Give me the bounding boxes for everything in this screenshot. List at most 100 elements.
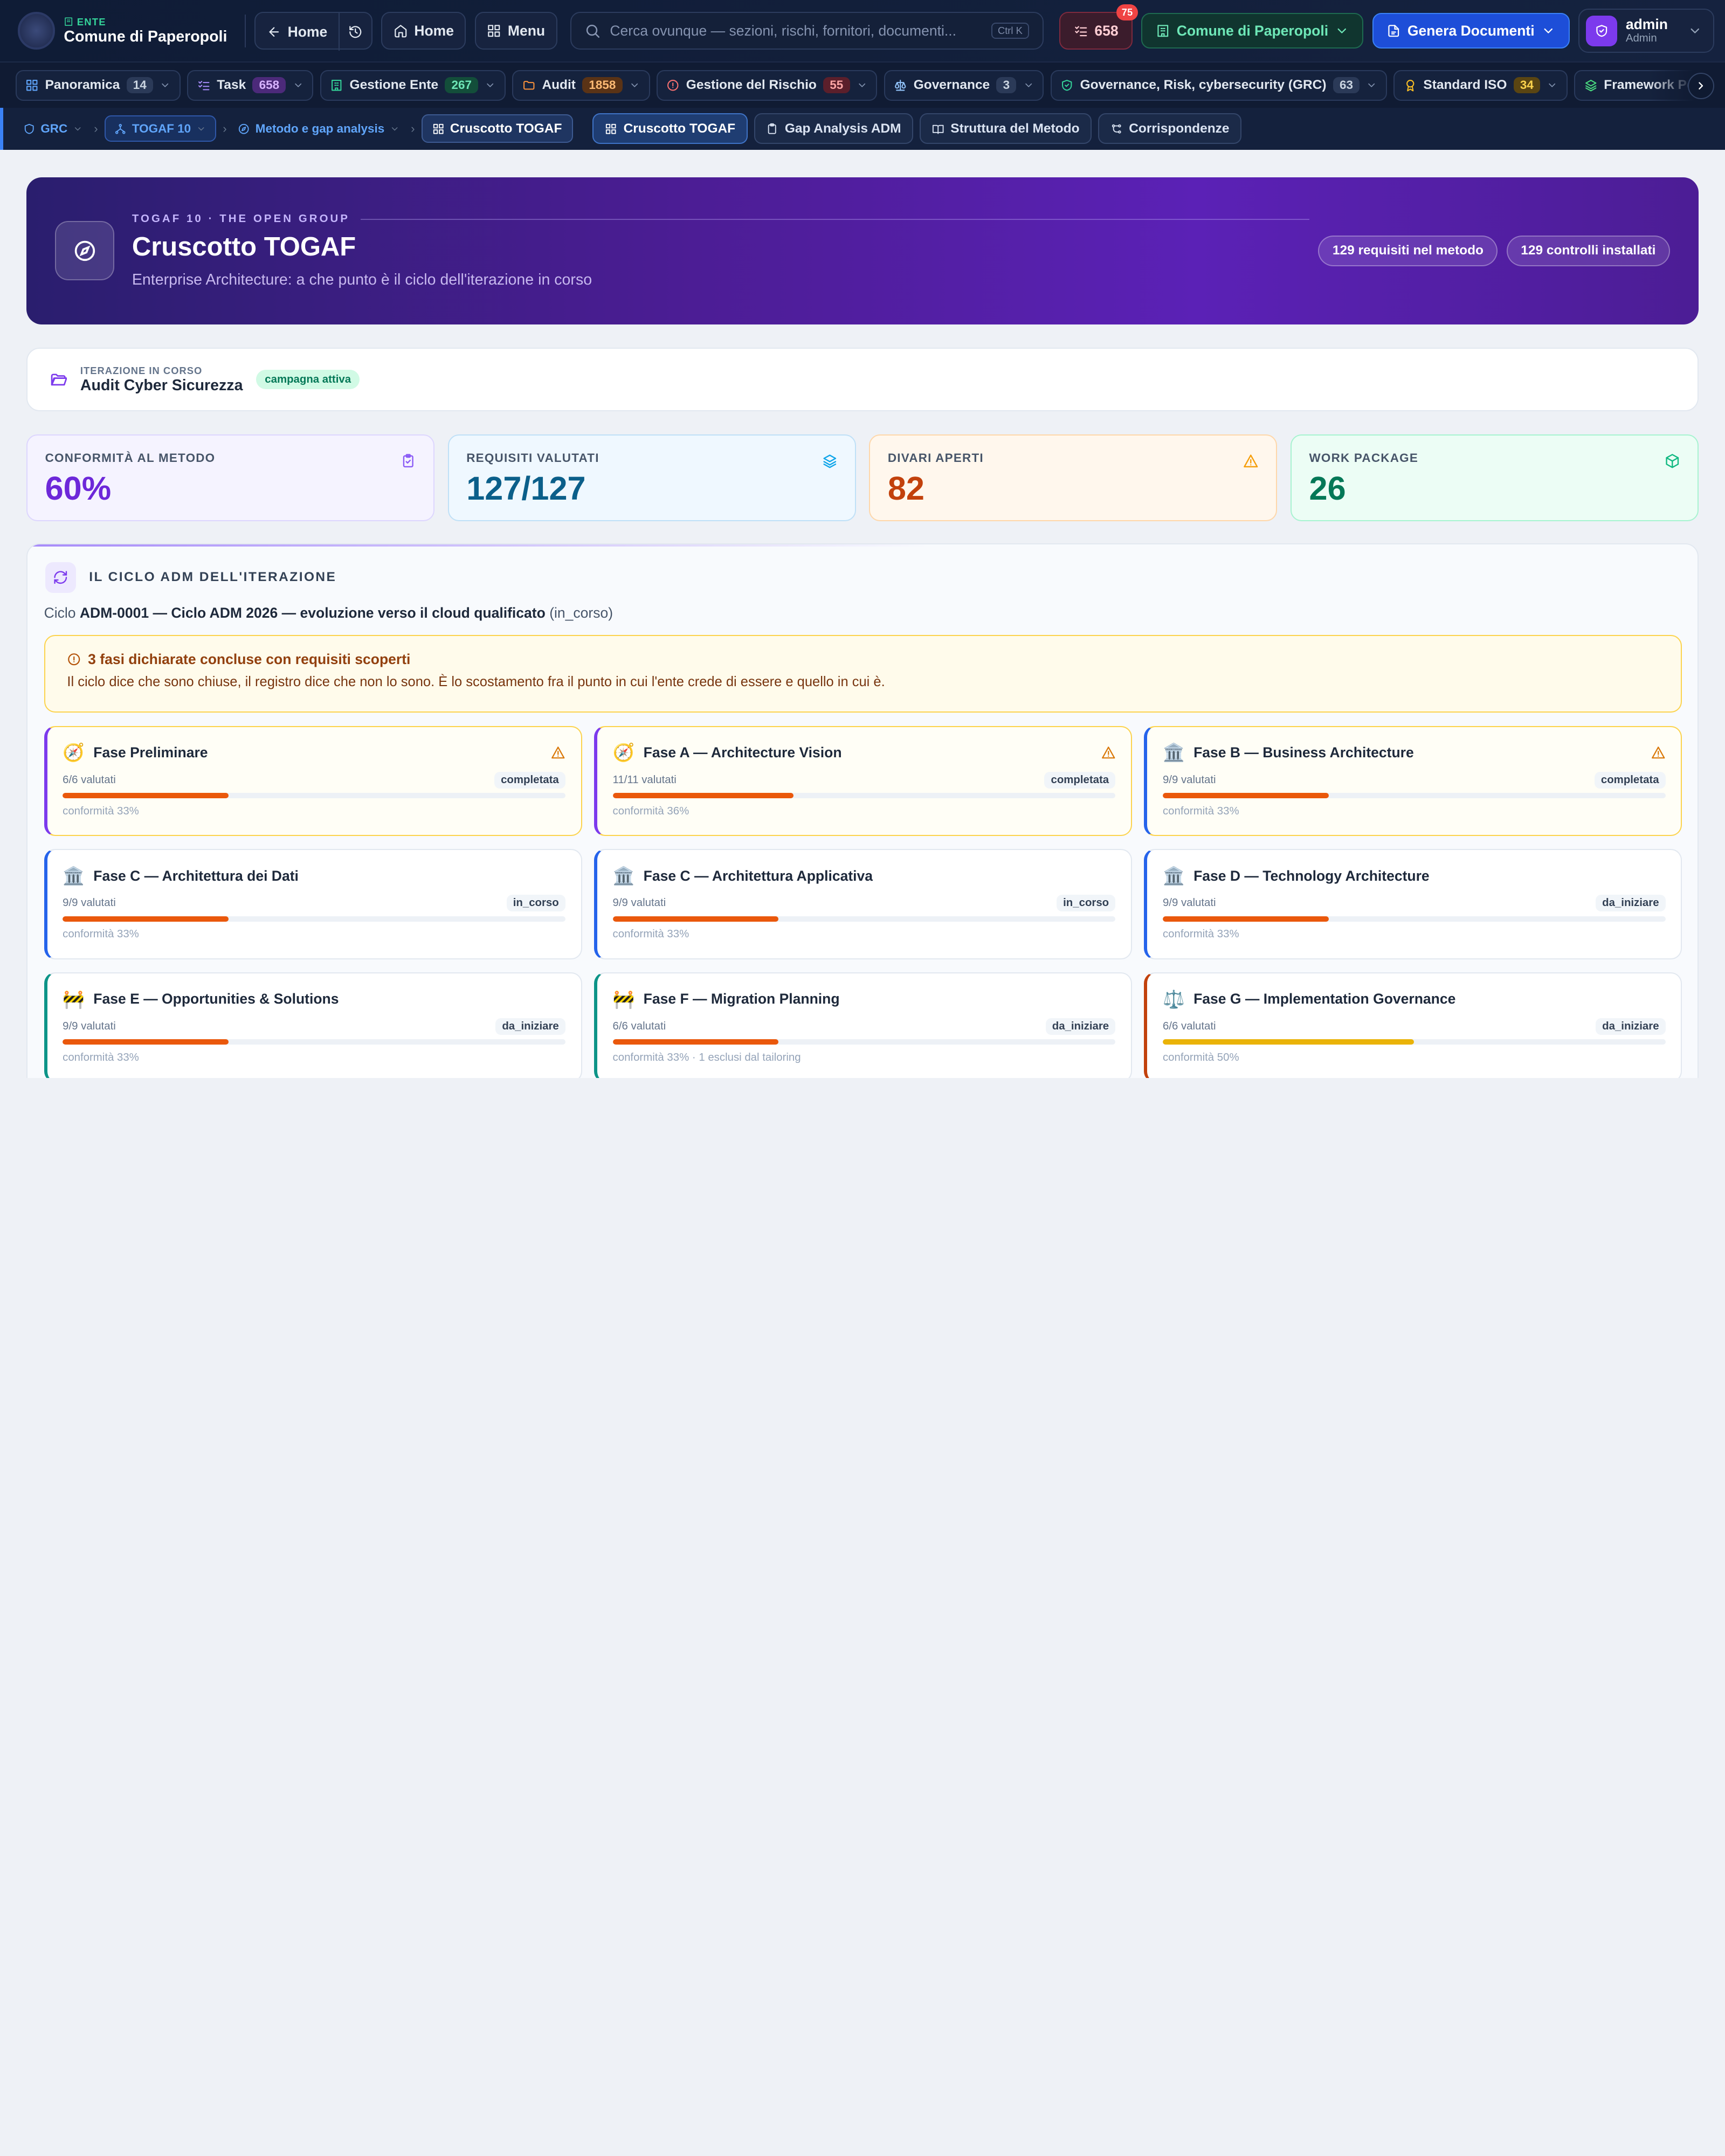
module-count-badge: 14 <box>126 77 153 94</box>
divider <box>245 14 246 47</box>
iteration-label: ITERAZIONE IN CORSO <box>80 364 203 376</box>
menu-button[interactable]: Menu <box>474 12 557 50</box>
home-button[interactable]: Home <box>381 12 466 50</box>
page-subtitle: Enterprise Architecture: a che punto è i… <box>132 271 592 288</box>
tasks-button[interactable]: 658 75 <box>1059 4 1138 50</box>
phase-status-badge: da_iniziare <box>495 1018 565 1035</box>
phase-progress-fill <box>1162 916 1329 922</box>
phase-card[interactable]: 🧭 Fase A — Architecture Vision 11/11 valut… <box>594 725 1132 836</box>
breadcrumb-grc[interactable]: GRC <box>19 122 87 136</box>
breadcrumb-togaf[interactable]: TOGAF 10 <box>104 115 217 142</box>
chevron-down-icon <box>73 124 82 134</box>
search-input[interactable] <box>610 22 983 39</box>
grid-icon <box>432 123 444 135</box>
phase-status-badge: completata <box>1594 771 1666 789</box>
phase-card[interactable]: 🏛️ Fase B — Business Architecture 9/9 valu… <box>1144 725 1682 836</box>
phase-progress-bar <box>63 1039 565 1045</box>
back-home-button[interactable]: Home <box>256 13 338 50</box>
tasks-notification-badge: 75 <box>1116 4 1138 21</box>
breadcrumb-metodo[interactable]: Metodo e gap analysis <box>233 122 404 136</box>
tab-corrispondenze[interactable]: Corrispondenze <box>1098 113 1241 144</box>
network-icon <box>114 123 126 135</box>
tab-gap-analysis-adm[interactable]: Gap Analysis ADM <box>754 113 913 144</box>
folder-icon <box>522 79 535 92</box>
refresh-icon <box>45 562 76 593</box>
phase-card[interactable]: 🧭 Fase Preliminare 6/6 valutati completata c… <box>44 725 582 836</box>
award-icon <box>1404 79 1417 92</box>
phase-progress-bar <box>612 916 1116 922</box>
grid-icon <box>487 24 501 38</box>
phase-card[interactable]: 🚧 Fase F — Migration Planning 6/6 valutati… <box>594 972 1132 1078</box>
phase-icon: 🏛️ <box>1162 742 1185 763</box>
phase-card[interactable]: 🏛️ Fase C — Architettura dei Dati 9/9 valu… <box>44 849 582 959</box>
stat-value: 127/127 <box>466 469 586 507</box>
comune-selector[interactable]: Comune di Paperopoli <box>1141 13 1364 49</box>
phase-card[interactable]: 🚧 Fase E — Opportunities & Solutions 9/9 v… <box>44 972 582 1078</box>
phase-name: Fase E — Opportunities & Solutions <box>93 991 339 1007</box>
alert-circle-icon <box>666 79 679 92</box>
breadcrumb-separator: › <box>94 121 98 135</box>
cycle-name[interactable]: ADM-0001 — Ciclo ADM 2026 — evoluzione v… <box>80 605 546 621</box>
phase-icon: 🧭 <box>63 742 85 763</box>
module-label: Standard ISO <box>1423 78 1507 93</box>
building-icon <box>1156 24 1170 38</box>
scroll-right-button[interactable] <box>1687 72 1714 99</box>
phase-evaluated: 6/6 valutati <box>63 773 116 786</box>
alert-triangle-icon <box>1243 453 1259 469</box>
stat-value: 26 <box>1309 469 1346 507</box>
phase-card[interactable]: 🏛️ Fase C — Architettura Applicativa 9/9 v… <box>594 849 1132 959</box>
user-name: admin <box>1625 16 1668 33</box>
phase-card[interactable]: ⚖️ Fase G — Implementation Governance 6/6 … <box>1144 972 1682 1078</box>
comune-label: Comune di Paperopoli <box>1176 22 1329 39</box>
phase-conformity: conformità 33% <box>1162 928 1239 941</box>
module-tab-gestione-del-rischio[interactable]: Gestione del Rischio 55 <box>656 70 878 101</box>
global-search: Ctrl K <box>570 12 1044 50</box>
ente-tag: ENTE <box>77 16 106 27</box>
genera-documenti-button[interactable]: Genera Documenti <box>1372 13 1570 49</box>
phase-icon: 🚧 <box>612 989 635 1009</box>
compass-icon <box>55 221 115 281</box>
phase-status-badge: completata <box>1044 771 1116 789</box>
tab-label: Corrispondenze <box>1129 121 1230 136</box>
chevron-down-icon <box>1335 24 1349 38</box>
phase-evaluated: 9/9 valutati <box>63 1020 116 1032</box>
user-menu[interactable]: admin Admin <box>1578 9 1714 53</box>
tab-cruscotto-togaf[interactable]: Cruscotto TOGAF <box>592 113 748 144</box>
stat-card-requisiti-valutati: REQUISITI VALUTATI 127/127 <box>447 434 856 522</box>
module-label: Governance, Risk, cybersecurity (GRC) <box>1080 78 1327 93</box>
module-tab-panoramica[interactable]: Panoramica 14 <box>15 70 181 101</box>
iteration-name[interactable]: Audit Cyber Sicurezza <box>80 377 243 395</box>
info-icon <box>67 652 81 667</box>
stat-label: WORK PACKAGE <box>1309 451 1419 465</box>
module-tab-task[interactable]: Task 658 <box>187 70 314 101</box>
compass-icon <box>238 123 250 135</box>
phase-conformity: conformità 33% <box>63 928 139 941</box>
cycle-prefix: Ciclo <box>44 605 76 621</box>
clipboard-icon <box>766 123 778 135</box>
phase-name: Fase F — Migration Planning <box>643 991 840 1007</box>
module-tab-audit[interactable]: Audit 1858 <box>512 70 650 101</box>
history-button[interactable] <box>338 13 371 51</box>
module-tab-governance-risk-cybersecurity-grc[interactable]: Governance, Risk, cybersecurity (GRC) 63 <box>1050 70 1388 101</box>
module-label: Gestione Ente <box>349 78 439 93</box>
history-group: Home <box>254 12 372 51</box>
ente-switcher[interactable]: ENTE Comune di Paperopoli <box>64 16 227 46</box>
phase-name: Fase D — Technology Architecture <box>1193 867 1430 884</box>
tab-struttura-del-metodo[interactable]: Struttura del Metodo <box>920 113 1092 144</box>
module-tab-standard-iso[interactable]: Standard ISO 34 <box>1393 70 1568 101</box>
module-tab-governance[interactable]: Governance 3 <box>884 70 1044 101</box>
phase-evaluated: 9/9 valutati <box>1162 773 1216 786</box>
ente-logo[interactable] <box>17 12 56 50</box>
adm-cycle-panel: IL CICLO ADM DELL'ITERAZIONE Ciclo ADM-0… <box>26 543 1699 1078</box>
phase-status-badge: in_corso <box>506 895 565 912</box>
shield-icon <box>23 123 35 135</box>
page-title: Cruscotto TOGAF <box>132 232 356 262</box>
module-tab-gestione-ente[interactable]: Gestione Ente 267 <box>320 70 506 101</box>
phase-evaluated: 11/11 valutati <box>612 773 677 786</box>
book-icon <box>932 123 944 135</box>
phase-progress-bar <box>1162 916 1666 922</box>
phase-card[interactable]: 🏛️ Fase D — Technology Architecture 9/9 va… <box>1144 849 1682 959</box>
home-label: Home <box>414 22 454 39</box>
phase-progress-fill <box>612 916 779 922</box>
hero-eyebrow: TOGAF 10 · THE OPEN GROUP <box>132 213 350 225</box>
